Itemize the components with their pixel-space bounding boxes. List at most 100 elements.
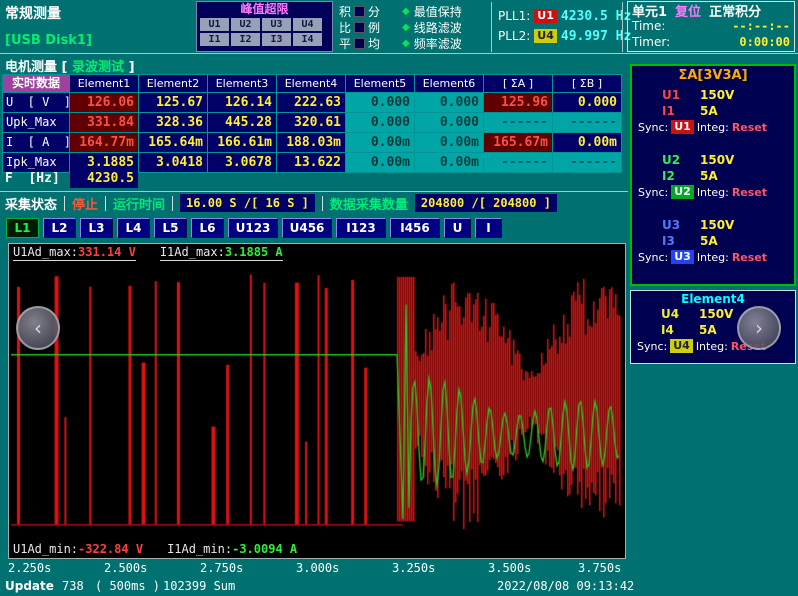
peak-indicator-u3: U3 — [262, 18, 291, 31]
chevron-right-icon: › — [755, 316, 763, 340]
umax-readout: U1Ad_max: 331.14 V — [13, 245, 136, 261]
line-filter-flag: ◆ 线路滤波 — [402, 19, 462, 35]
recording-mode-label: 录波测试 — [72, 60, 124, 75]
umin-readout: U1Ad_min: -322.84 V — [13, 542, 143, 556]
peak-indicator-i4: I4 — [293, 33, 322, 46]
max-hold-flag: ◆ 最值保持 — [402, 3, 462, 19]
tab-u123[interactable]: U123 — [228, 218, 278, 238]
flag-label: 比 — [339, 19, 351, 36]
table-cell: ------ — [484, 153, 552, 172]
update-rate: ( 500ms ) — [95, 579, 160, 593]
pll1-source-badge: U1 — [534, 9, 557, 23]
imax-value: 3.1885 A — [225, 245, 283, 259]
table-cell: 0.00m — [346, 133, 414, 152]
table-cell: 125.67 — [139, 93, 207, 112]
u2-channel: U2 — [662, 153, 700, 167]
u1-channel: U1 — [662, 88, 700, 102]
peak-indicator-i1: I1 — [200, 33, 229, 46]
table-cell: 445.28 — [208, 113, 276, 132]
diamond-icon: ◆ — [402, 6, 410, 17]
channel-tab-bar: L1 L2 L3 L4 L5 L6 U123 U456 I123 I456 U … — [6, 218, 502, 238]
table-cell: 0.00m — [415, 133, 483, 152]
scroll-left-knob[interactable]: ‹ — [16, 306, 60, 350]
pll2-value: 49.997 Hz — [561, 29, 631, 44]
measurement-mode-bar: 电机测量 [ 录波测试 ] — [5, 56, 135, 75]
tab-u456[interactable]: U456 — [282, 218, 332, 238]
table-cell: 165.64m — [139, 133, 207, 152]
tab-l1[interactable]: L1 — [6, 218, 39, 238]
flag-label: 积 — [339, 3, 351, 20]
col-header-element2: Element2 — [139, 75, 207, 92]
flag-scaling: 比 例 — [339, 19, 380, 35]
table-cell: 0.000 — [346, 93, 414, 112]
table-cell: 0.00m — [415, 153, 483, 172]
pll2-label: PLL2: — [498, 29, 530, 43]
umax-value: 331.14 V — [78, 245, 136, 259]
chevron-left-icon: ‹ — [34, 316, 42, 340]
x-tick: 2.500s — [104, 561, 147, 575]
diamond-icon: ◆ — [402, 22, 410, 33]
table-cell: 164.77m — [70, 133, 138, 152]
timer-row: Timer: 0:00:00 — [628, 34, 794, 50]
unit-status-panel: 单元1 复位 正常积分 Time: --:--:-- Timer: 0:00:0… — [627, 1, 795, 52]
flag-label: 均 — [368, 35, 380, 52]
tab-u[interactable]: U — [444, 218, 471, 238]
integ-state: Reset — [732, 251, 767, 264]
time-value: --:--:-- — [732, 19, 790, 33]
tab-l5[interactable]: L5 — [154, 218, 187, 238]
integ-label: Integ: — [696, 340, 728, 353]
pll1-label: PLL1: — [498, 9, 530, 23]
acq-status-label: 采集状态 — [5, 194, 57, 213]
element2-group: U2150V I25A Sync: U2 Integ: Reset — [632, 152, 794, 200]
peak-indicator-i2: I2 — [231, 33, 260, 46]
max-hold-label: 最值保持 — [414, 3, 462, 20]
peak-over-range-title: 峰值超限 — [197, 2, 332, 17]
frequency-value: 4230.5 — [70, 169, 138, 188]
x-tick: 3.000s — [296, 561, 339, 575]
u3-channel: U3 — [662, 218, 700, 232]
tab-l6[interactable]: L6 — [191, 218, 224, 238]
table-cell: 0.000 — [415, 93, 483, 112]
header-divider — [622, 2, 623, 52]
table-cell: 188.03m — [277, 133, 345, 152]
tab-l3[interactable]: L3 — [80, 218, 113, 238]
pll2-source-badge: U4 — [534, 29, 557, 43]
table-cell: 0.00m — [346, 153, 414, 172]
tab-i123[interactable]: I123 — [336, 218, 386, 238]
peak-indicator-u1: U1 — [200, 18, 229, 31]
table-cell: 320.61 — [277, 113, 345, 132]
col-header-element4: Element4 — [277, 75, 345, 92]
time-row: Time: --:--:-- — [628, 18, 794, 34]
tab-l4[interactable]: L4 — [117, 218, 150, 238]
scope-max-readouts: U1Ad_max: 331.14 V I1Ad_max: 3.1885 A — [13, 245, 283, 261]
imax-readout: I1Ad_max: 3.1885 A — [160, 245, 283, 261]
umin-label: U1Ad_min: — [13, 542, 78, 556]
u4-range: 150V — [699, 307, 733, 321]
sigma-a-wiring-panel: ΣA[3V3A] U1150V I15A Sync: U1 Integ: Res… — [630, 64, 796, 286]
peak-u-indicators: U1 U2 U3 U4 — [197, 17, 332, 32]
analyzer-screen: 常规测量 [USB Disk1] 峰值超限 U1 U2 U3 U4 I1 I2 … — [0, 0, 798, 596]
sync-source-badge: U4 — [670, 339, 693, 353]
pll2-row: PLL2: U4 49.997 Hz — [498, 26, 631, 46]
integration-indicator — [354, 6, 365, 17]
tab-i[interactable]: I — [475, 218, 502, 238]
imin-readout: I1Ad_min: -3.0094 A — [167, 542, 297, 556]
table-cell: 3.0418 — [139, 153, 207, 172]
acquisition-status-bar: 采集状态 停止 运行时间 16.00 S /[ 16 S ] 数据采集数量 20… — [0, 191, 628, 214]
scroll-right-knob[interactable]: › — [737, 306, 781, 350]
integ-label: Integ: — [697, 251, 729, 264]
table-cell: 165.67m — [484, 133, 552, 152]
col-header-sigma-a: [ ΣA ] — [484, 75, 552, 92]
x-tick: 2.250s — [8, 561, 51, 575]
sync-label: Sync: — [638, 121, 668, 134]
tab-l2[interactable]: L2 — [43, 218, 76, 238]
col-header-element5: Element5 — [346, 75, 414, 92]
row-label-current: I [ A ] — [3, 133, 69, 152]
tab-i456[interactable]: I456 — [390, 218, 440, 238]
element4-title: Element4 — [631, 292, 795, 306]
update-count: 738 — [62, 579, 84, 593]
measurement-table: 实时数据 Element1 Element2 Element3 Element4… — [2, 74, 622, 173]
imin-value: -3.0094 A — [232, 542, 297, 556]
u1-range: 150V — [700, 88, 734, 102]
table-cell: 126.14 — [208, 93, 276, 112]
